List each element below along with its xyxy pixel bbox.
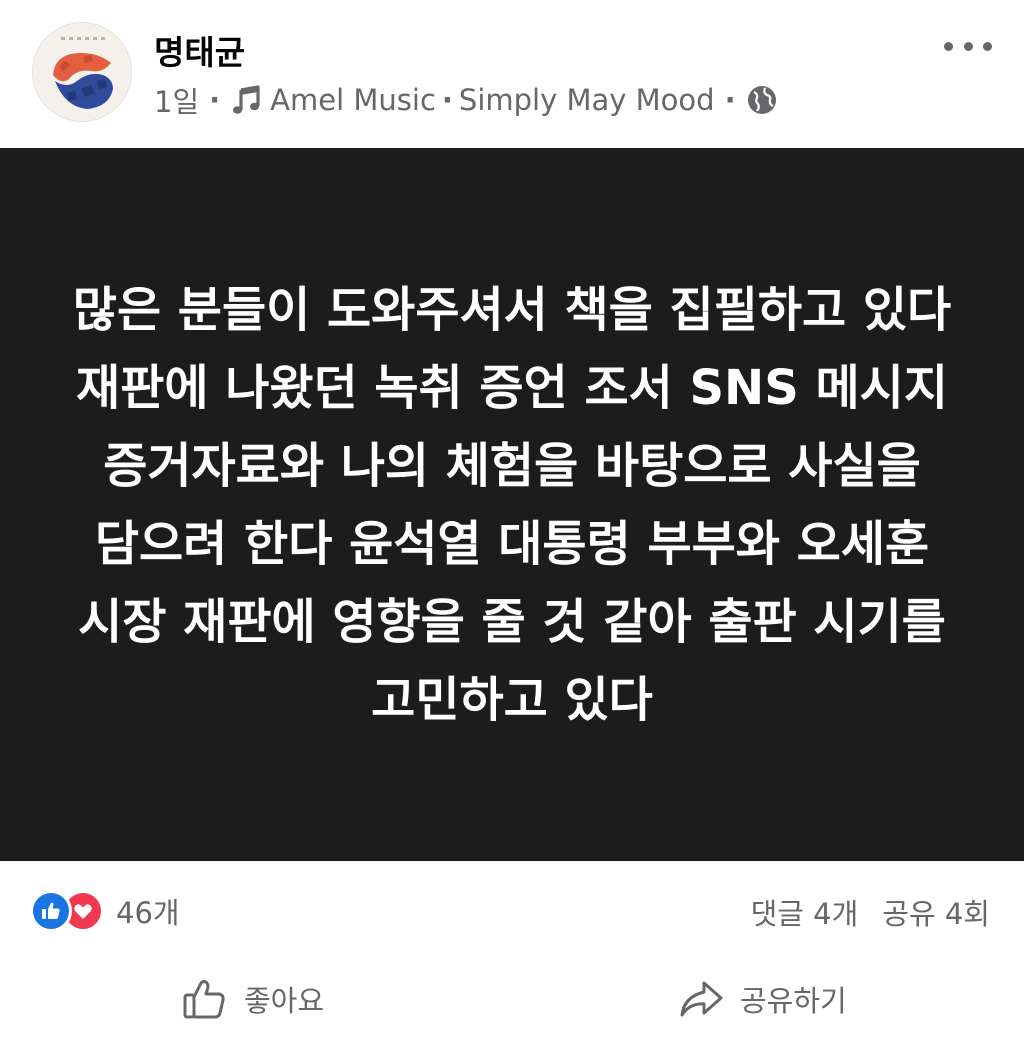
separator-dot: · [441, 83, 453, 117]
more-dot [963, 41, 973, 51]
like-button[interactable]: 좋아요 [180, 966, 324, 1032]
share-count[interactable]: 공유 4회 [882, 891, 990, 933]
separator-dot: · [209, 83, 221, 117]
separator-dot: · [724, 83, 736, 117]
post-header: 명태균 1일 · Amel Music · Simply May Mood · [0, 0, 1024, 148]
reaction-summary[interactable]: 46개 [30, 886, 180, 936]
post-meta: 1일 · Amel Music · Simply May Mood · [154, 80, 778, 120]
action-bar: 좋아요 공유하기 [0, 966, 1024, 1032]
comment-count[interactable]: 댓글 4개 [751, 891, 859, 933]
like-button-label: 좋아요 [244, 984, 325, 1018]
music-artist[interactable]: Amel Music [270, 83, 436, 117]
more-dot [944, 41, 953, 51]
thumbs-up-icon [180, 974, 230, 1024]
post-time[interactable]: 1일 [154, 79, 199, 121]
globe-icon [746, 84, 778, 116]
reaction-count: 46개 [116, 896, 180, 930]
share-button-label: 공유하기 [740, 984, 847, 1018]
like-reaction-icon [30, 890, 72, 932]
post-text-card: 많은 분들이 도와주셔서 책을 집필하고 있다 재판에 나왔던 녹취 증언 조서… [0, 148, 1024, 861]
music-track[interactable]: Simply May Mood [459, 83, 715, 117]
author-name[interactable]: 명태균 [154, 26, 245, 74]
post-text: 많은 분들이 도와주셔서 책을 집필하고 있다 재판에 나왔던 녹취 증언 조서… [72, 281, 952, 728]
more-dot [983, 41, 992, 51]
music-note-icon [230, 83, 264, 117]
avatar[interactable] [32, 22, 132, 122]
avatar-image [33, 23, 131, 121]
share-arrow-icon [676, 974, 726, 1024]
more-options-icon[interactable] [944, 30, 992, 62]
engagement-counts: 댓글 4개 공유 4회 [751, 890, 990, 934]
share-button[interactable]: 공유하기 [676, 966, 847, 1032]
